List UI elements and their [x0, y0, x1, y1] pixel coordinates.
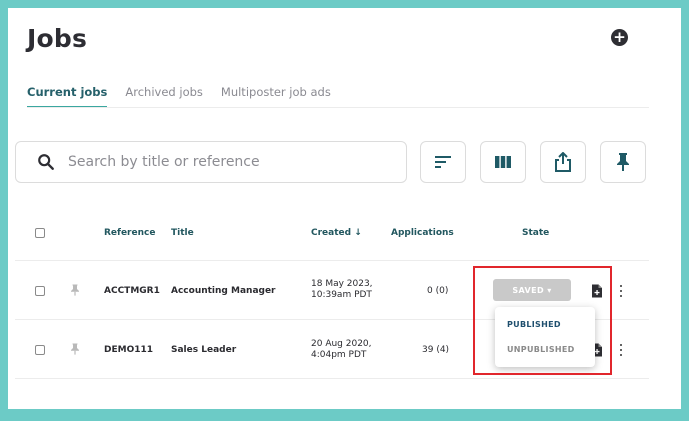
row-checkbox[interactable] [35, 345, 45, 355]
sort-button[interactable] [420, 141, 466, 183]
job-title[interactable]: Accounting Manager [171, 286, 276, 296]
more-options-icon[interactable] [619, 344, 623, 356]
job-title[interactable]: Sales Leader [171, 345, 236, 355]
highlight-annotation [473, 266, 612, 375]
pin-button[interactable] [600, 141, 646, 183]
created-time: 10:39am PDT [311, 290, 372, 300]
row-divider [15, 378, 649, 379]
sort-icon [435, 156, 451, 168]
job-reference[interactable]: ACCTMGR1 [104, 286, 160, 296]
created-date: 18 May 2023, [311, 279, 373, 289]
job-applications[interactable]: 0 (0) [427, 286, 448, 296]
pin-icon[interactable] [70, 284, 80, 296]
column-header-applications[interactable]: Applications [391, 228, 454, 238]
columns-button[interactable] [480, 141, 526, 183]
search-box[interactable] [15, 141, 407, 183]
job-applications[interactable]: 39 (4) [422, 345, 449, 355]
more-options-icon[interactable] [619, 285, 623, 297]
pin-icon [617, 153, 629, 171]
job-created: 20 Aug 2020, 4:04pm PDT [311, 339, 372, 361]
tab-bar: Current jobs Archived jobs Multiposter j… [27, 84, 349, 108]
column-header-created[interactable]: Created ↓ [311, 228, 362, 238]
tabs-divider [27, 107, 649, 108]
column-header-title[interactable]: Title [171, 228, 194, 238]
export-button[interactable] [540, 141, 586, 183]
export-icon [555, 152, 571, 172]
pin-icon[interactable] [70, 343, 80, 355]
plus-circle-icon: + [613, 28, 626, 46]
row-checkbox[interactable] [35, 286, 45, 296]
column-header-reference[interactable]: Reference [104, 228, 155, 238]
search-icon [38, 154, 54, 170]
column-header-state: State [522, 228, 550, 238]
columns-icon [495, 156, 511, 168]
tab-current-jobs[interactable]: Current jobs [27, 84, 108, 108]
job-created: 18 May 2023, 10:39am PDT [311, 279, 373, 301]
header-divider [15, 260, 649, 261]
tab-multiposter-job-ads[interactable]: Multiposter job ads [221, 84, 331, 108]
job-reference[interactable]: DEMO111 [104, 345, 153, 355]
created-time: 4:04pm PDT [311, 350, 367, 360]
search-input[interactable] [68, 152, 388, 172]
page-title: Jobs [27, 24, 88, 53]
created-date: 20 Aug 2020, [311, 339, 372, 349]
jobs-panel: Jobs + Current jobs Archived jobs Multip… [8, 8, 681, 409]
select-all-checkbox[interactable] [35, 228, 45, 238]
tab-archived-jobs[interactable]: Archived jobs [125, 84, 203, 108]
add-job-button[interactable]: + [611, 29, 628, 46]
